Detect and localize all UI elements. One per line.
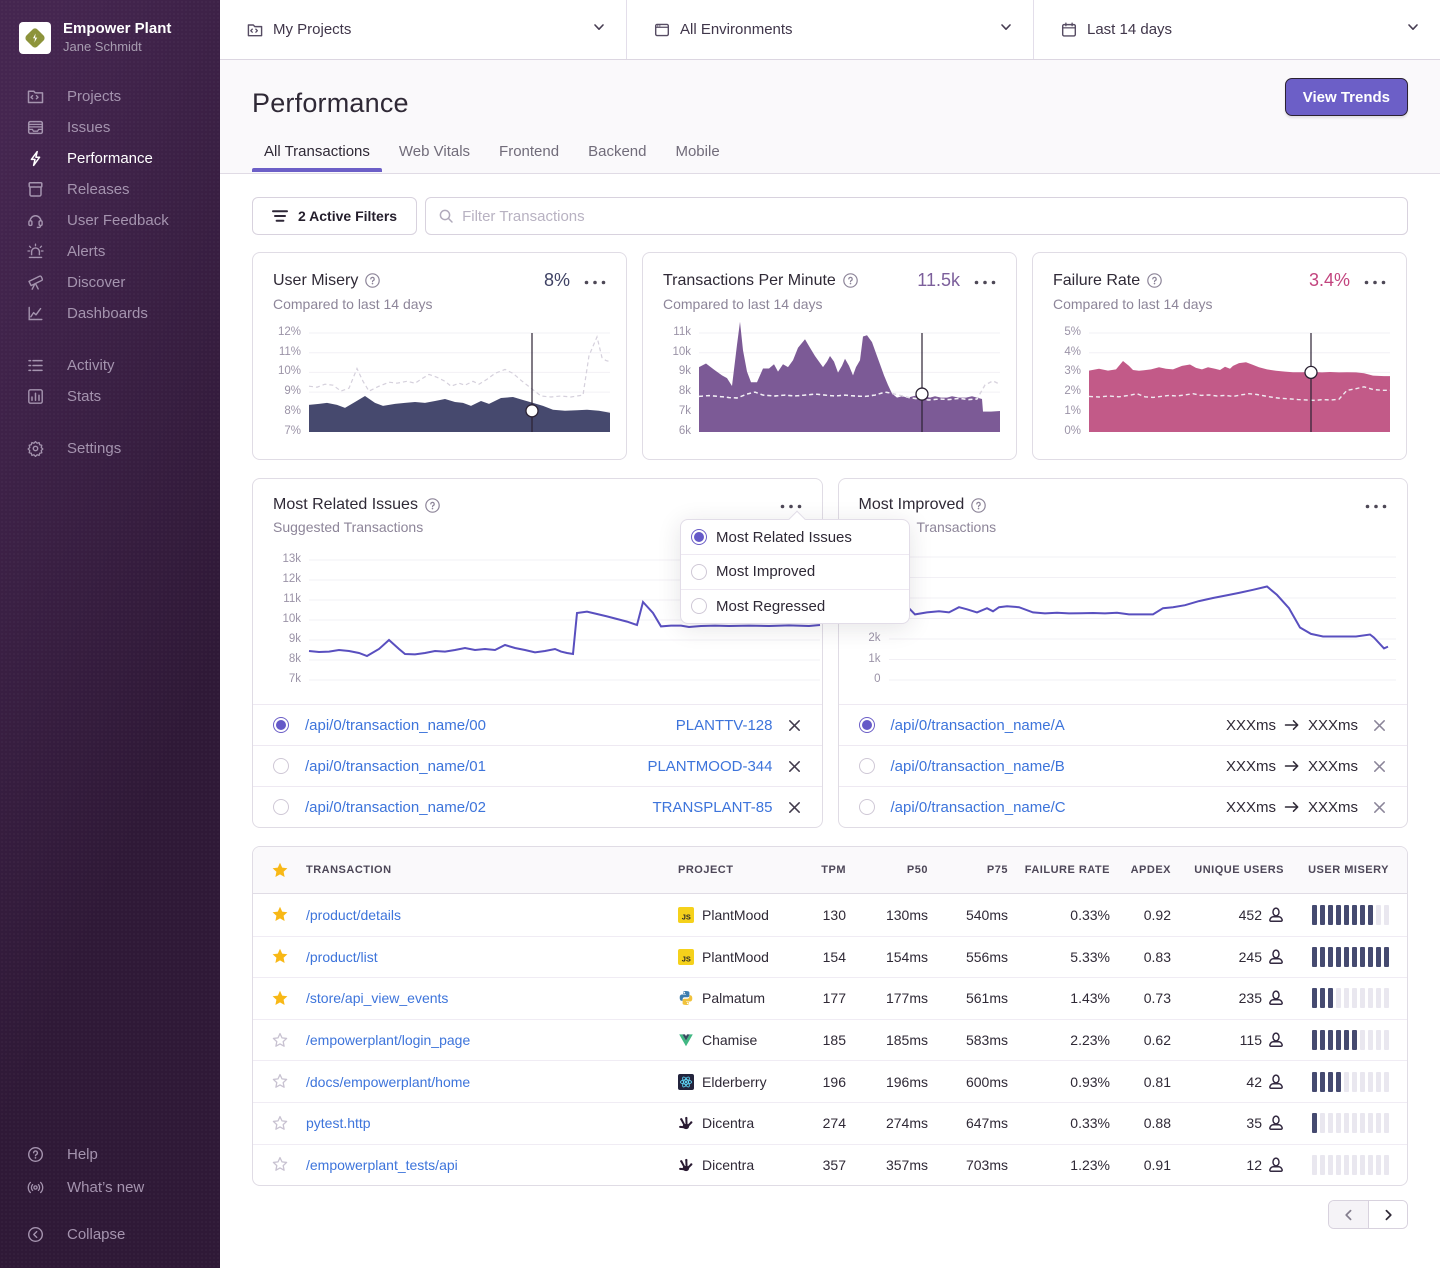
svg-text:JS: JS <box>682 912 691 921</box>
svg-text:JS: JS <box>682 954 691 963</box>
